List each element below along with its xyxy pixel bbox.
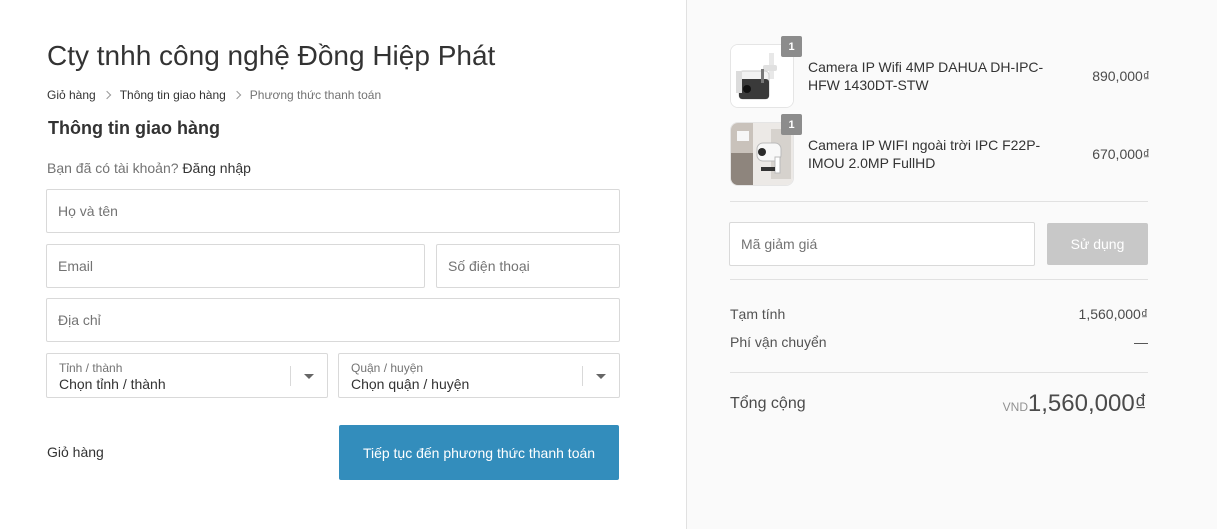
subtotal-value: 1,560,000₫ [1078, 306, 1148, 322]
address-placeholder: Địa chỉ [58, 312, 101, 328]
back-to-cart-link[interactable]: Giỏ hàng [47, 444, 104, 460]
cart-item: 1 Camera IP Wifi 4MP DAHUA DH-IPC-HFW 14… [730, 36, 1150, 108]
total-amount: 1,560,000₫ [1027, 390, 1147, 417]
breadcrumb: Giỏ hàng Thông tin giao hàng Phương thức… [47, 88, 381, 102]
login-prompt: Bạn đã có tài khoản? Đăng nhập [47, 160, 251, 176]
discount-placeholder: Mã giảm giá [741, 236, 818, 252]
caret-down-icon[interactable] [304, 374, 314, 379]
phone-placeholder: Số điện thoại [448, 258, 530, 274]
cart-item: 1 Camera IP WIFI ngoài trời IPC F22P-IMO… [730, 114, 1150, 186]
breadcrumb-payment: Phương thức thanh toán [249, 88, 382, 102]
chevron-right-icon [232, 90, 242, 100]
shipping-fee-value: — [1134, 334, 1148, 350]
fullname-placeholder: Họ và tên [58, 203, 118, 219]
quantity-badge: 1 [781, 36, 802, 57]
product-name: Camera IP WIFI ngoài trời IPC F22P-IMOU … [808, 137, 1041, 171]
select-divider [582, 366, 583, 386]
product-name: Camera IP Wifi 4MP DAHUA DH-IPC-HFW 1430… [808, 59, 1044, 93]
divider [730, 372, 1148, 373]
divider [730, 201, 1148, 202]
total-label: Tổng cộng [730, 395, 806, 412]
continue-to-payment-button[interactable]: Tiếp tục đến phương thức thanh toán [339, 425, 619, 480]
apply-discount-button[interactable]: Sử dụng [1047, 223, 1148, 265]
quantity-badge: 1 [781, 114, 802, 135]
subtotal-label: Tạm tính [730, 306, 786, 322]
discount-code-input[interactable]: Mã giảm giá [729, 222, 1035, 266]
login-link[interactable]: Đăng nhập [182, 160, 251, 176]
section-title: Thông tin giao hàng [48, 118, 220, 138]
caret-down-icon[interactable] [596, 374, 606, 379]
breadcrumb-cart[interactable]: Giỏ hàng [47, 88, 96, 102]
phone-field[interactable]: Số điện thoại [436, 244, 620, 288]
select-divider [290, 366, 291, 386]
breadcrumb-shipping: Thông tin giao hàng [119, 88, 226, 102]
login-question: Bạn đã có tài khoản? [47, 160, 179, 176]
total-currency: VND [1002, 400, 1028, 414]
shipping-fee-label: Phí vận chuyển [730, 334, 827, 350]
product-price: 890,000₫ [1092, 68, 1150, 84]
district-label: Quận / huyện [351, 361, 424, 375]
fullname-field[interactable]: Họ và tên [46, 189, 620, 233]
order-summary: 1 Camera IP Wifi 4MP DAHUA DH-IPC-HFW 14… [686, 0, 1217, 529]
address-field[interactable]: Địa chỉ [46, 298, 620, 342]
province-value: Chọn tỉnh / thành [59, 376, 166, 392]
shop-title: Cty tnhh công nghệ Đồng Hiệp Phát [47, 40, 496, 71]
chevron-right-icon [102, 90, 111, 100]
email-placeholder: Email [58, 258, 94, 274]
divider [730, 279, 1148, 280]
checkout-main: Cty tnhh công nghệ Đồng Hiệp Phát Giỏ hà… [0, 0, 686, 529]
province-select[interactable]: Tỉnh / thành Chọn tỉnh / thành [46, 353, 328, 398]
product-price: 670,000₫ [1092, 146, 1150, 162]
province-label: Tỉnh / thành [59, 361, 123, 375]
district-value: Chọn quận / huyện [351, 376, 470, 392]
email-field[interactable]: Email [46, 244, 425, 288]
district-select[interactable]: Quận / huyện Chọn quận / huyện [338, 353, 620, 398]
